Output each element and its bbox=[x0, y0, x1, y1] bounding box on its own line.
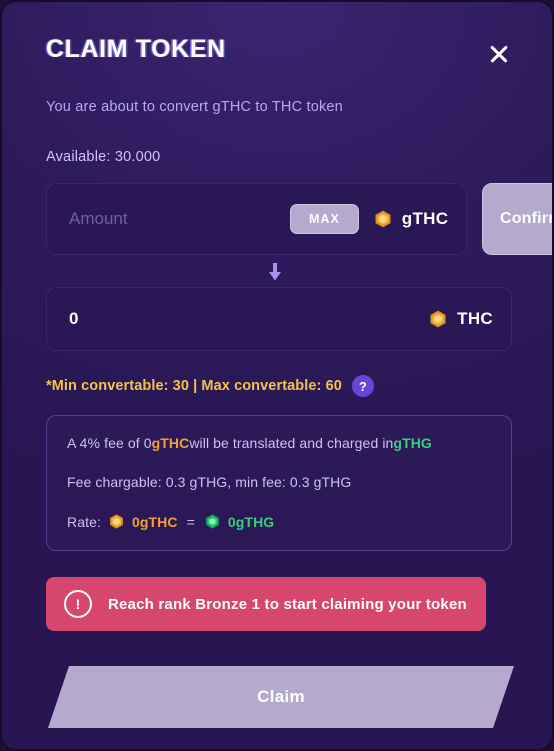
rate-from-value: 0gTHC bbox=[131, 513, 178, 530]
amount-field[interactable]: MAX gTHC bbox=[46, 183, 468, 255]
warning-text: Reach rank Bronze 1 to start claiming yo… bbox=[108, 595, 467, 613]
fee-token-from: gTHC bbox=[151, 435, 190, 451]
amount-token-name: gTHC bbox=[401, 209, 449, 228]
convertable-note: *Min convertable: 30 | Max convertable: … bbox=[46, 375, 512, 397]
close-icon[interactable] bbox=[482, 37, 516, 71]
rate-label: Rate: bbox=[67, 513, 101, 530]
gold-gem-icon bbox=[430, 310, 446, 328]
claim-token-modal: CLAIM TOKEN You are about to convert gTH… bbox=[0, 0, 554, 751]
rate-line: Rate: 0gTHC = 0gTHG bbox=[67, 513, 491, 530]
amount-input[interactable] bbox=[69, 209, 290, 229]
exclamation-circle-icon: ! bbox=[64, 590, 92, 618]
claim-button[interactable]: Claim bbox=[48, 666, 514, 728]
fee-line: A 4% fee of 0 gTHC will be translated an… bbox=[67, 435, 491, 451]
amount-row: MAX gTHC Confirm bbox=[46, 183, 552, 255]
available-balance: Available: 30.000 bbox=[46, 149, 161, 165]
modal-subtitle: You are about to convert gTHC to THC tok… bbox=[46, 99, 343, 115]
fee-info-box: A 4% fee of 0 gTHC will be translated an… bbox=[46, 415, 512, 551]
gold-gem-icon bbox=[110, 514, 123, 529]
rate-to-value: 0gTHG bbox=[227, 513, 275, 530]
rate-equals: = bbox=[186, 513, 195, 530]
amount-token-tag: gTHC bbox=[373, 209, 449, 229]
page-title: CLAIM TOKEN bbox=[46, 35, 226, 63]
output-token-name: THC bbox=[457, 309, 493, 328]
modal-header: CLAIM TOKEN bbox=[46, 35, 512, 71]
fee-line-part1: A 4% fee of 0 bbox=[67, 435, 152, 451]
help-icon[interactable]: ? bbox=[351, 375, 374, 397]
gold-gem-icon bbox=[375, 210, 391, 228]
claim-button-wrap: Claim bbox=[48, 666, 514, 728]
warning-banner: ! Reach rank Bronze 1 to start claiming … bbox=[46, 577, 486, 631]
arrow-down-icon bbox=[269, 263, 281, 281]
output-token-tag: THC bbox=[428, 309, 493, 329]
output-value: 0 bbox=[69, 309, 79, 328]
max-button[interactable]: MAX bbox=[290, 204, 359, 234]
convertable-text: *Min convertable: 30 | Max convertable: … bbox=[46, 378, 342, 394]
fee-line-part2: will be translated and charged in bbox=[189, 435, 394, 451]
green-gem-icon bbox=[206, 514, 219, 529]
conversion-arrow-wrap bbox=[46, 263, 512, 281]
fee-chargable-line: Fee chargable: 0.3 gTHG, min fee: 0.3 gT… bbox=[67, 474, 352, 490]
fee-token-to: gTHG bbox=[393, 435, 432, 451]
output-field: 0 THC bbox=[46, 287, 512, 351]
confirm-button[interactable]: Confirm bbox=[482, 183, 552, 255]
